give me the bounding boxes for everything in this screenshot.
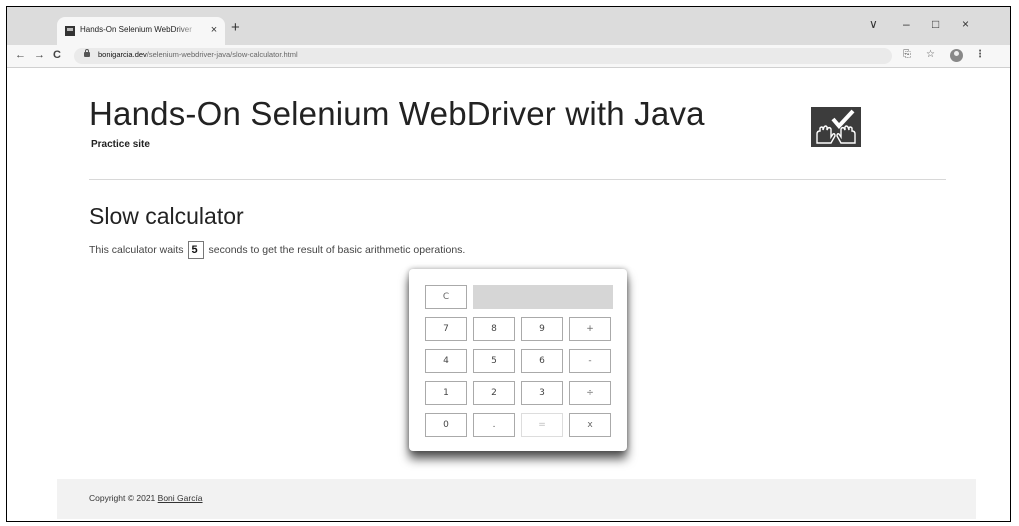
- footer-copyright: Copyright © 2021 Boni García: [89, 493, 203, 503]
- description-text-after: seconds to get the result of basic arith…: [208, 244, 466, 256]
- tab-bar: Hands-On Selenium WebDriver × + ∨ – □ ×: [7, 7, 1010, 45]
- key-0-button[interactable]: 0: [425, 413, 467, 437]
- plus-button[interactable]: +: [569, 317, 611, 341]
- favicon-icon: [65, 26, 75, 36]
- url-text: bonigarcia.dev/selenium-webdriver-java/s…: [98, 50, 298, 59]
- browser-menu-icon[interactable]: ⋮: [975, 48, 985, 62]
- maximize-icon[interactable]: □: [932, 17, 939, 31]
- share-icon[interactable]: ⎘: [903, 48, 911, 62]
- section-title: Slow calculator: [89, 203, 244, 229]
- key-3-button[interactable]: 3: [521, 381, 563, 405]
- browser-window: Hands-On Selenium WebDriver × + ∨ – □ × …: [6, 6, 1011, 522]
- browser-tab[interactable]: Hands-On Selenium WebDriver ×: [57, 17, 225, 45]
- author-link[interactable]: Boni García: [158, 493, 203, 503]
- delay-input[interactable]: 5: [187, 241, 204, 259]
- multiply-button[interactable]: x: [569, 413, 611, 437]
- calculator-description: This calculator waits 5 seconds to get t…: [89, 241, 465, 259]
- lock-icon[interactable]: [84, 49, 90, 57]
- description-text-before: This calculator waits: [89, 244, 184, 256]
- key-7-button[interactable]: 7: [425, 317, 467, 341]
- calculator: C 7 8 9 + 4 5 6 - 1 2 3 ÷ 0 . = x: [409, 269, 627, 451]
- page-subtitle: Practice site: [91, 139, 150, 150]
- tab-search-icon[interactable]: ∨: [869, 17, 878, 31]
- close-tab-icon[interactable]: ×: [207, 22, 221, 38]
- address-bar: ← → C bonigarcia.dev/selenium-webdriver-…: [7, 45, 1010, 68]
- page-title: Hands-On Selenium WebDriver with Java: [89, 95, 705, 132]
- tab-title: Hands-On Selenium WebDriver: [80, 25, 192, 34]
- close-window-icon[interactable]: ×: [962, 17, 969, 31]
- equals-button[interactable]: =: [521, 413, 563, 437]
- footer: Copyright © 2021 Boni García: [57, 479, 976, 519]
- minimize-icon[interactable]: –: [903, 17, 910, 31]
- new-tab-button[interactable]: +: [231, 19, 240, 37]
- copyright-text: Copyright © 2021: [89, 493, 156, 503]
- header-divider: [89, 179, 946, 180]
- url-field[interactable]: bonigarcia.dev/selenium-webdriver-java/s…: [74, 48, 892, 64]
- calculator-screen: [473, 285, 613, 309]
- back-arrow-icon[interactable]: ←: [15, 48, 26, 62]
- site-logo-icon: [811, 107, 861, 147]
- key-6-button[interactable]: 6: [521, 349, 563, 373]
- bookmark-star-icon[interactable]: ☆: [926, 48, 935, 62]
- clear-button[interactable]: C: [425, 285, 467, 309]
- key-1-button[interactable]: 1: [425, 381, 467, 405]
- key-5-button[interactable]: 5: [473, 349, 515, 373]
- forward-arrow-icon[interactable]: →: [34, 48, 45, 62]
- reload-icon[interactable]: C: [53, 48, 61, 62]
- key-8-button[interactable]: 8: [473, 317, 515, 341]
- divide-button[interactable]: ÷: [569, 381, 611, 405]
- key-2-button[interactable]: 2: [473, 381, 515, 405]
- key-4-button[interactable]: 4: [425, 349, 467, 373]
- profile-avatar-icon[interactable]: [950, 49, 963, 62]
- minus-button[interactable]: -: [569, 349, 611, 373]
- decimal-point-button[interactable]: .: [473, 413, 515, 437]
- key-9-button[interactable]: 9: [521, 317, 563, 341]
